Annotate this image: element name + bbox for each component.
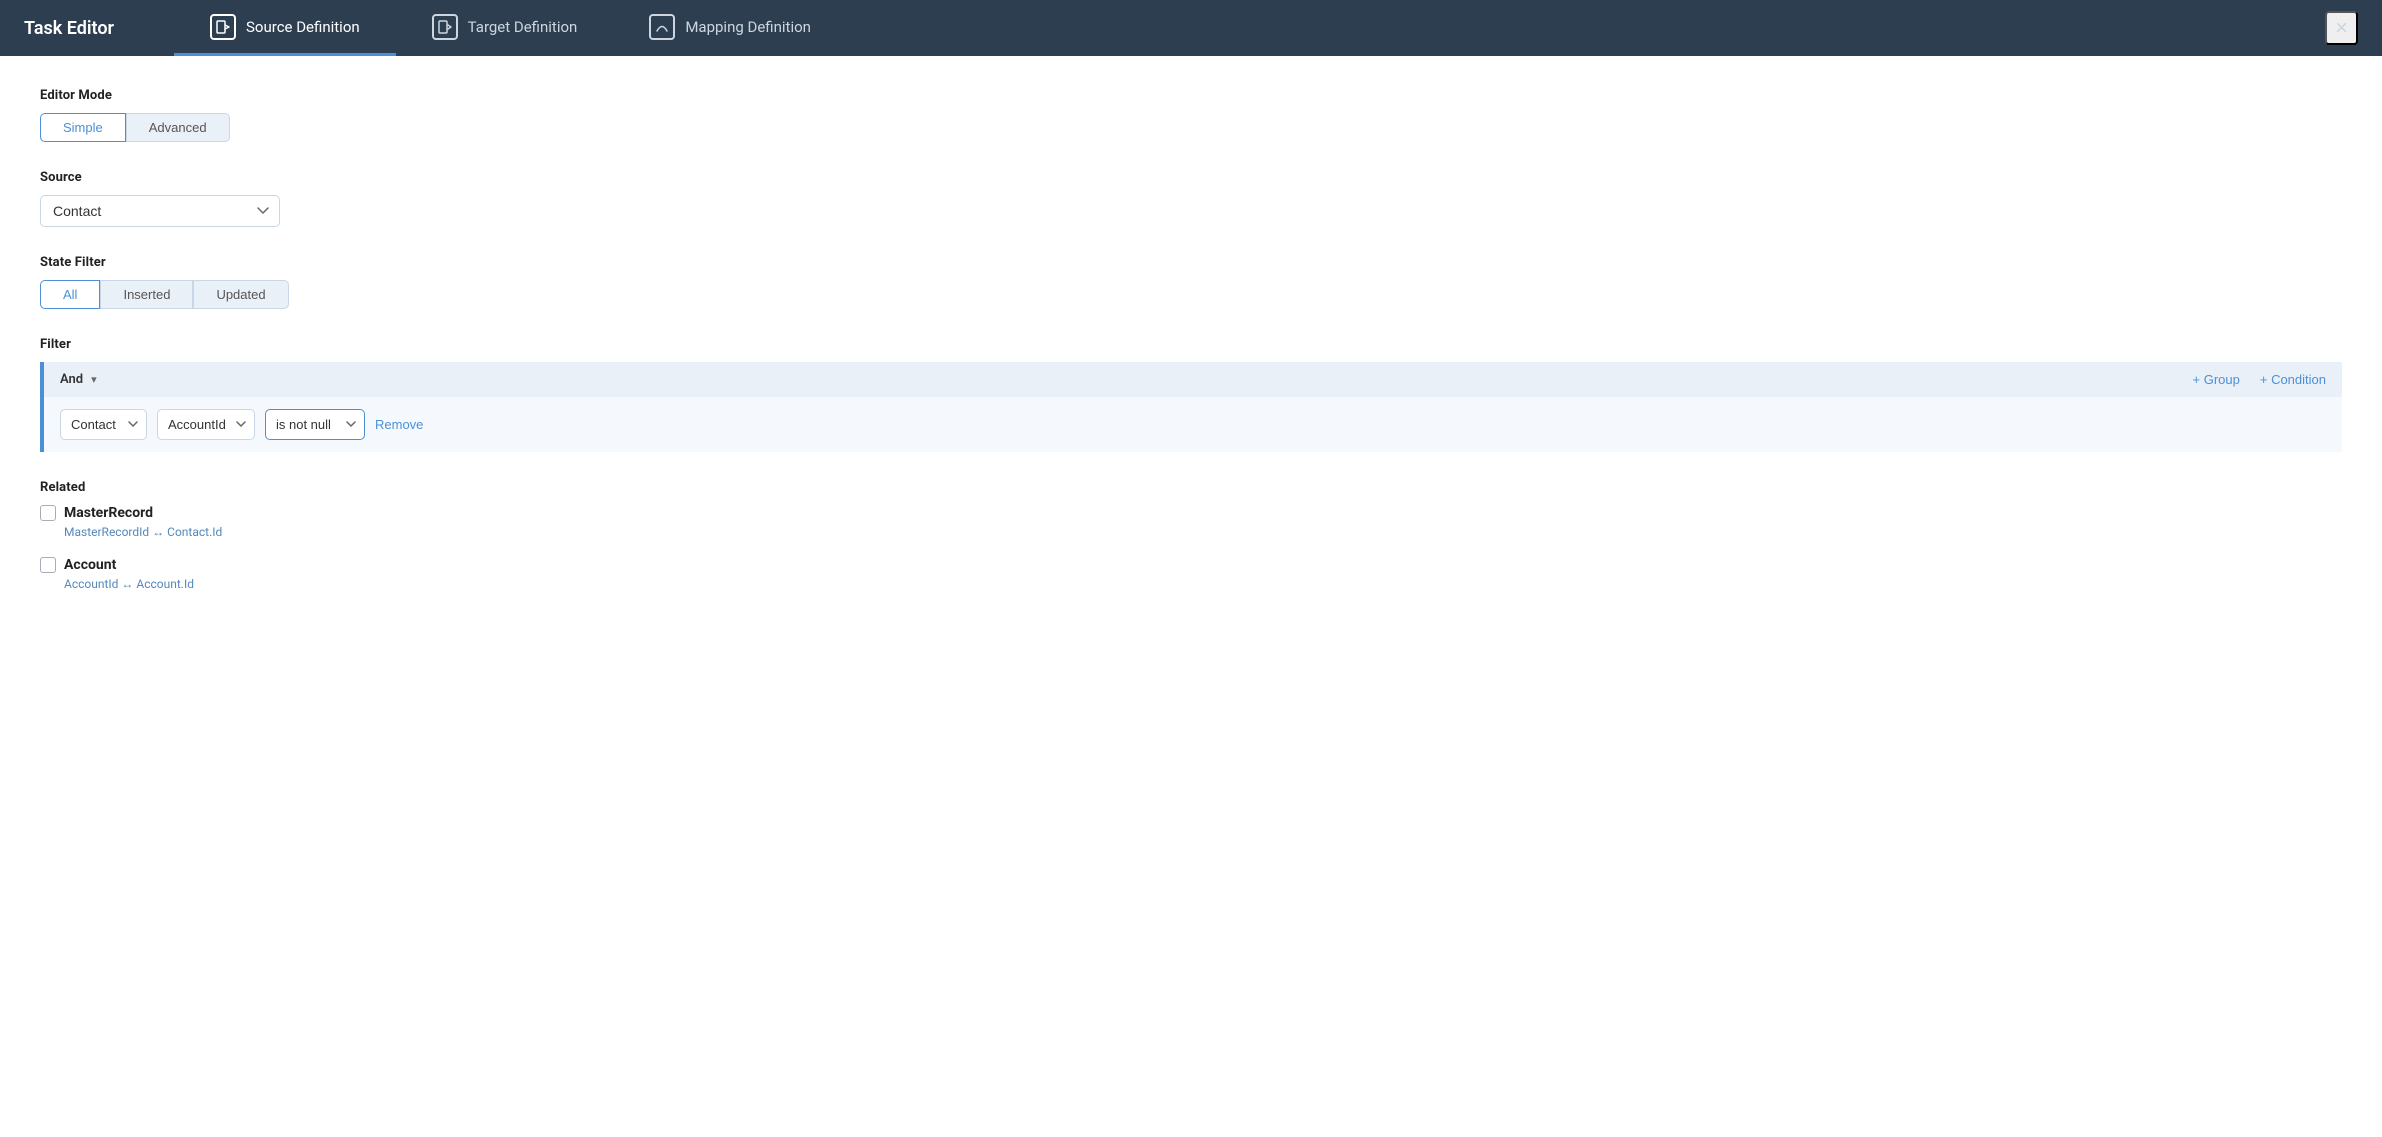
tab-target-definition-label: Target Definition — [468, 18, 578, 36]
tab-source-definition-label: Source Definition — [246, 18, 360, 36]
state-filter-section: State Filter All Inserted Updated — [40, 255, 2342, 309]
editor-mode-buttons: Simple Advanced — [40, 113, 2342, 142]
add-group-button[interactable]: + Group — [2193, 372, 2240, 387]
header-tabs: Source Definition Target Definition Mapp… — [174, 0, 2325, 56]
content-area: Editor Mode Simple Advanced Source Conta… — [0, 56, 2382, 1137]
filter-condition-select[interactable]: is not null is null equals not equals co… — [265, 409, 365, 440]
filter-operator-label: And — [60, 372, 83, 387]
mapping-definition-icon — [649, 14, 675, 40]
app-title: Task Editor — [24, 18, 114, 39]
related-masterrecord-detail: MasterRecordId ↔ Contact.Id — [64, 525, 2342, 539]
state-filter-updated-button[interactable]: Updated — [193, 280, 288, 309]
state-filter-inserted-button[interactable]: Inserted — [100, 280, 193, 309]
related-account-name: Account — [64, 557, 116, 573]
related-label: Related — [40, 480, 2342, 495]
related-masterrecord-checkbox[interactable] — [40, 505, 56, 521]
mode-advanced-button[interactable]: Advanced — [126, 113, 230, 142]
tab-mapping-definition[interactable]: Mapping Definition — [613, 0, 847, 56]
close-button[interactable]: × — [2325, 11, 2358, 45]
related-item-account: Account AccountId ↔ Account.Id — [40, 557, 2342, 591]
related-item-masterrecord: MasterRecord MasterRecordId ↔ Contact.Id — [40, 505, 2342, 539]
tab-target-definition[interactable]: Target Definition — [396, 0, 614, 56]
header: Task Editor Source Definition Target Def… — [0, 0, 2382, 56]
filter-container: And ▾ + Group + Condition Contact Accoun… — [40, 362, 2342, 452]
related-account-row: Account — [40, 557, 2342, 573]
source-label: Source — [40, 170, 2342, 185]
filter-header: And ▾ + Group + Condition — [44, 362, 2342, 397]
source-select[interactable]: Contact Account Lead Opportunity — [40, 195, 280, 227]
mode-simple-button[interactable]: Simple — [40, 113, 126, 142]
state-filter-buttons: All Inserted Updated — [40, 280, 2342, 309]
filter-field-select[interactable]: AccountId Name Email — [157, 409, 255, 440]
editor-mode-label: Editor Mode — [40, 88, 2342, 103]
target-definition-icon — [432, 14, 458, 40]
tab-mapping-definition-label: Mapping Definition — [685, 18, 811, 36]
filter-operator-chevron-icon[interactable]: ▾ — [91, 373, 97, 386]
filter-header-left: And ▾ — [60, 372, 97, 387]
filter-actions: + Group + Condition — [2193, 372, 2326, 387]
source-definition-icon — [210, 14, 236, 40]
related-account-detail: AccountId ↔ Account.Id — [64, 577, 2342, 591]
tab-source-definition[interactable]: Source Definition — [174, 0, 396, 56]
remove-filter-row-button[interactable]: Remove — [375, 417, 423, 432]
state-filter-label: State Filter — [40, 255, 2342, 270]
related-account-checkbox[interactable] — [40, 557, 56, 573]
related-section: Related MasterRecord MasterRecordId ↔ Co… — [40, 480, 2342, 591]
source-section: Source Contact Account Lead Opportunity — [40, 170, 2342, 227]
filter-row: Contact Account Lead AccountId Name Emai… — [44, 397, 2342, 452]
filter-section-label: Filter — [40, 337, 2342, 352]
filter-section: Filter And ▾ + Group + Condition — [40, 337, 2342, 452]
filter-source-select[interactable]: Contact Account Lead — [60, 409, 147, 440]
related-masterrecord-row: MasterRecord — [40, 505, 2342, 521]
add-condition-button[interactable]: + Condition — [2260, 372, 2326, 387]
state-filter-all-button[interactable]: All — [40, 280, 100, 309]
editor-mode-section: Editor Mode Simple Advanced — [40, 88, 2342, 142]
related-masterrecord-name: MasterRecord — [64, 505, 153, 521]
main-content: Editor Mode Simple Advanced Source Conta… — [0, 56, 2382, 1137]
